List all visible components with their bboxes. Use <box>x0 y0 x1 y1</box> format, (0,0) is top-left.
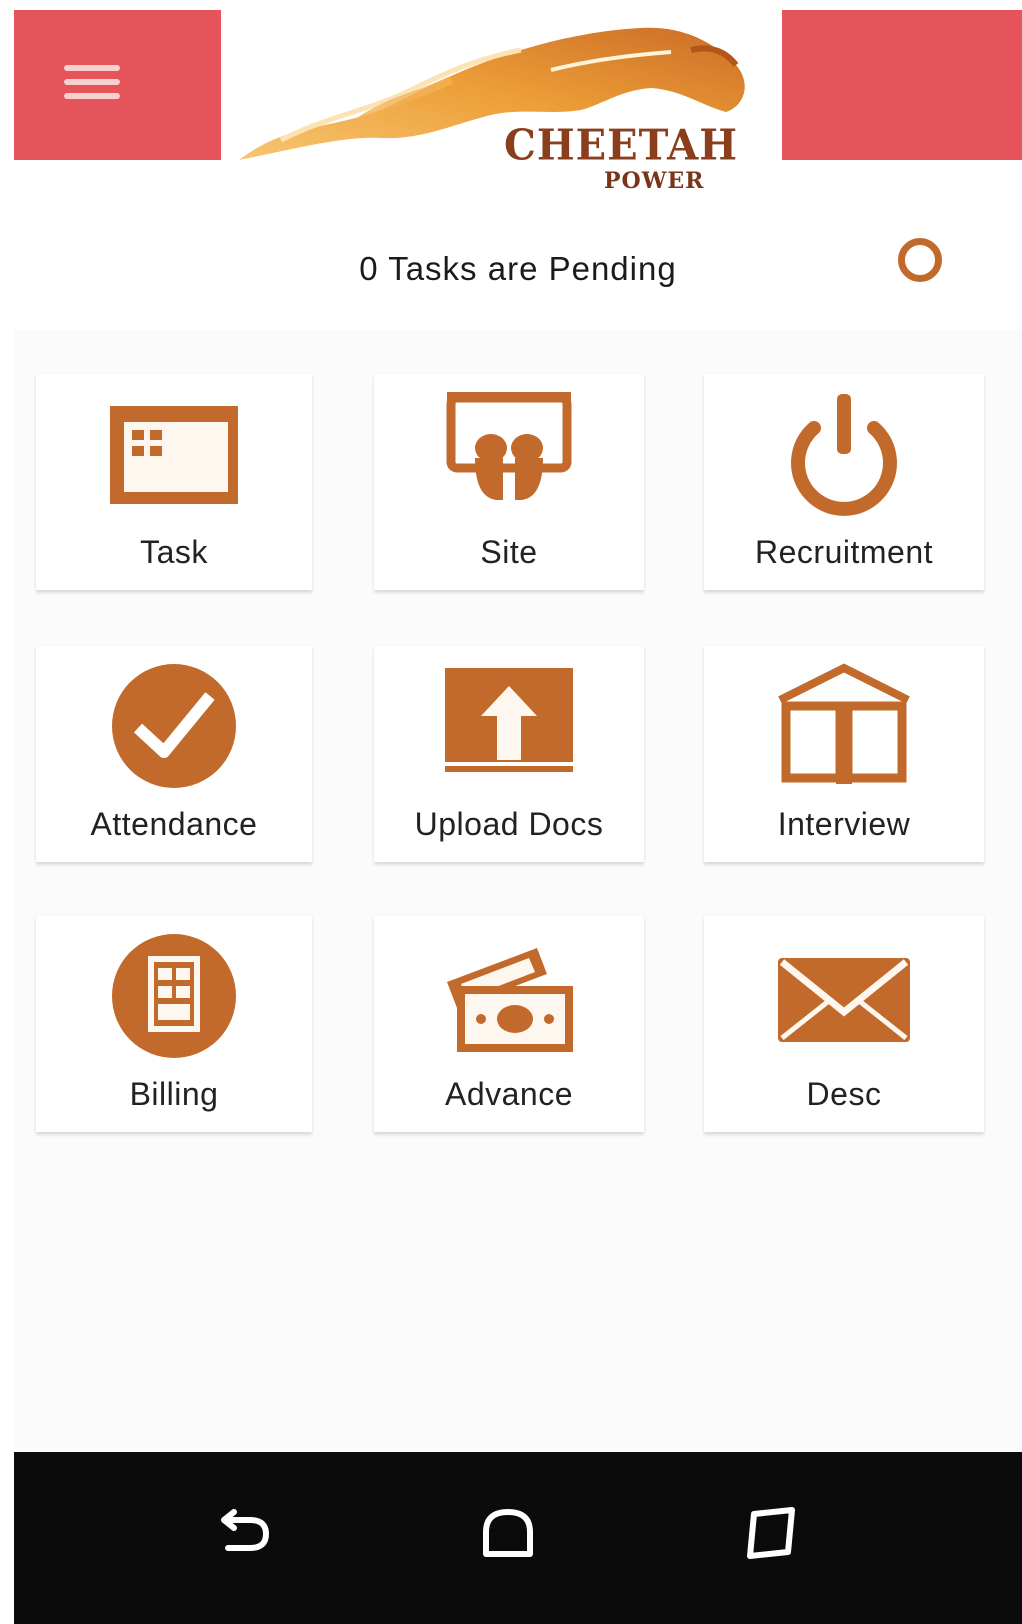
tile-label: Interview <box>777 806 911 842</box>
hamburger-menu-icon[interactable] <box>64 65 120 111</box>
tile-label: Recruitment <box>755 534 933 570</box>
tile-desc[interactable]: Desc <box>704 916 984 1132</box>
billing-icon <box>106 930 242 1060</box>
tile-advance[interactable]: Advance <box>374 916 644 1132</box>
tile-recruitment[interactable]: Recruitment <box>704 374 984 590</box>
cash-icon <box>441 930 577 1060</box>
refresh-icon[interactable] <box>898 238 942 282</box>
recent-apps-icon[interactable] <box>740 1502 800 1562</box>
tile-attendance[interactable]: Attendance <box>36 646 312 862</box>
upload-icon <box>441 660 577 790</box>
app-header: CHEETAH POWER <box>14 10 1022 210</box>
tile-label: Attendance <box>90 806 258 842</box>
tile-site[interactable]: Site <box>374 374 644 590</box>
power-icon <box>776 388 912 518</box>
header-left-band <box>14 10 221 160</box>
logo-title: CHEETAH <box>504 120 739 171</box>
tile-billing[interactable]: Billing <box>36 916 312 1132</box>
pending-tasks-text: 0 Tasks are Pending <box>359 250 677 287</box>
book-icon <box>776 660 912 790</box>
tile-label: Task <box>140 534 208 570</box>
check-circle-icon <box>106 660 242 790</box>
site-icon <box>441 388 577 518</box>
pending-tasks-bar: 0 Tasks are Pending <box>14 210 1022 330</box>
tile-task[interactable]: Task <box>36 374 312 590</box>
tile-interview[interactable]: Interview <box>704 646 984 862</box>
tile-label: Billing <box>129 1076 219 1112</box>
tile-upload-docs[interactable]: Upload Docs <box>374 646 644 862</box>
back-icon[interactable] <box>214 1502 274 1562</box>
tile-label: Site <box>480 534 538 570</box>
system-navigation-bar <box>14 1452 1022 1624</box>
tile-label: Desc <box>806 1076 882 1112</box>
mail-icon <box>776 930 912 1060</box>
app-screen: CHEETAH POWER 0 Tasks are Pending Task S… <box>14 10 1022 1624</box>
logo-subtitle: POWER <box>604 168 705 194</box>
tile-label: Advance <box>444 1076 574 1112</box>
header-right-band <box>782 10 1022 160</box>
home-icon[interactable] <box>478 1502 538 1562</box>
tile-label: Upload Docs <box>414 806 604 842</box>
calendar-icon <box>106 388 242 518</box>
